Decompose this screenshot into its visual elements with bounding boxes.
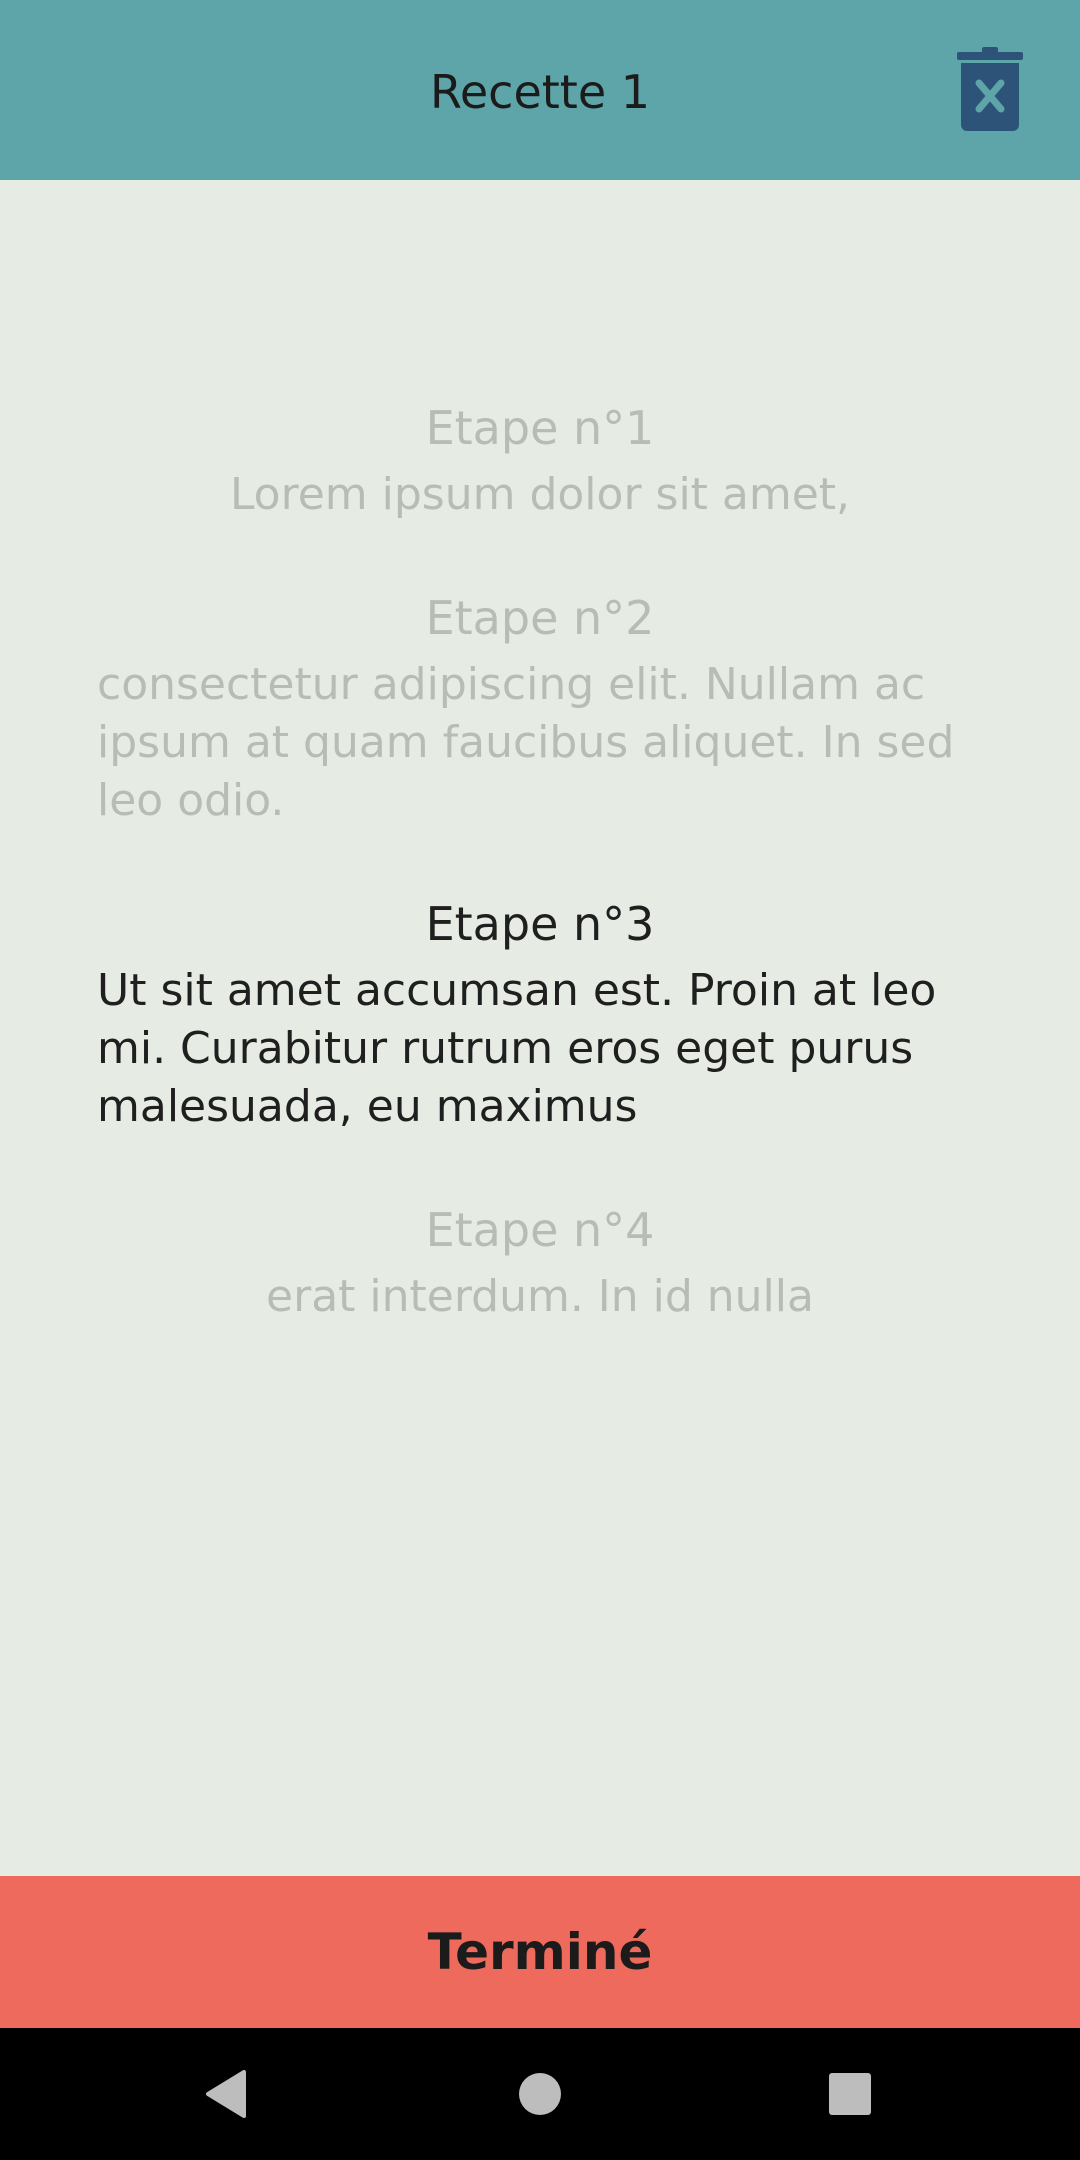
back-icon (206, 2070, 246, 2118)
trash-x-icon (957, 47, 1023, 131)
app-bar: Recette 1 (0, 0, 1080, 180)
step-title: Etape n°4 (425, 1203, 655, 1257)
step-title: Etape n°3 (425, 897, 655, 951)
home-icon (519, 2073, 561, 2115)
home-button[interactable] (474, 2028, 606, 2160)
step-title: Etape n°2 (425, 591, 655, 645)
step-title: Etape n°1 (425, 401, 655, 455)
recents-icon (829, 2073, 871, 2115)
recents-button[interactable] (784, 2028, 916, 2160)
done-button[interactable]: Terminé (0, 1876, 1080, 2028)
step-text: consectetur adipiscing elit. Nullam ac i… (97, 659, 955, 826)
system-nav-bar (0, 2028, 1080, 2160)
back-button[interactable] (160, 2028, 292, 2160)
step-text: erat interdum. In id nulla (266, 1271, 814, 1322)
page-title: Recette 1 (429, 65, 651, 119)
step-text: Lorem ipsum dolor sit amet, (229, 469, 851, 520)
steps-list: Etape n°1 Lorem ipsum dolor sit amet, Et… (0, 180, 1080, 1876)
step-text: Ut sit amet accumsan est. Proin at leo m… (97, 965, 937, 1132)
delete-recipe-button[interactable] (944, 40, 1036, 140)
